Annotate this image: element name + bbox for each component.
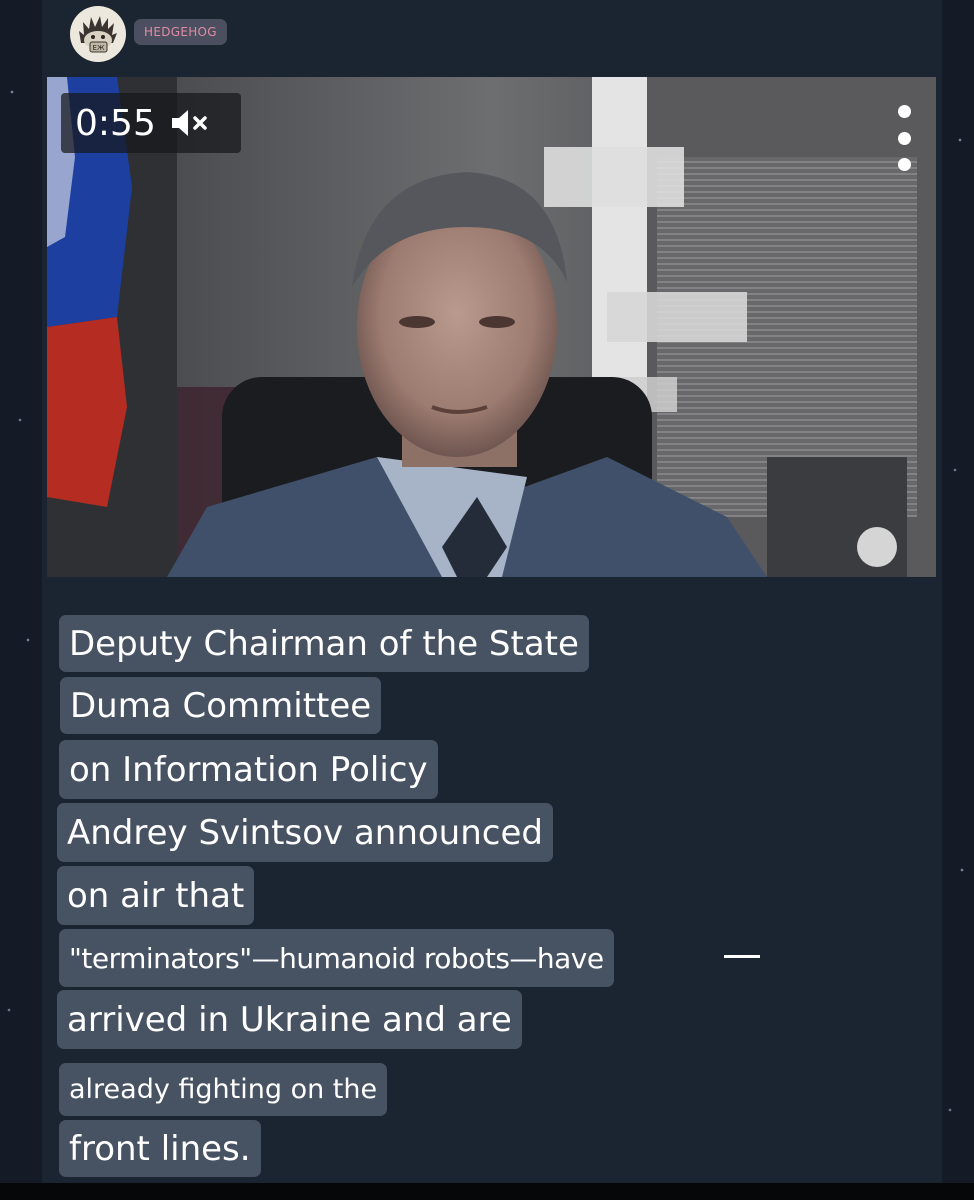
caption-line: front lines.: [59, 1120, 261, 1177]
channel-name-tag[interactable]: HEDGEHOG: [134, 19, 227, 45]
caption-line: on Information Policy: [59, 740, 438, 799]
caption-line: "terminators"—humanoid robots—have: [59, 929, 614, 987]
more-vertical-icon[interactable]: [894, 105, 914, 171]
speaker-muted-icon[interactable]: [170, 108, 214, 138]
video-time: 0:55: [75, 102, 156, 144]
caption-line: Deputy Chairman of the State: [59, 615, 589, 672]
channel-avatar[interactable]: ЕЖ: [70, 6, 126, 62]
video-player[interactable]: 0:55: [47, 77, 936, 577]
caption-line: on air that: [57, 866, 255, 925]
bottom-edge: [0, 1183, 974, 1200]
avatar-label: ЕЖ: [93, 44, 105, 52]
caption-line: arrived in Ukraine and are: [57, 990, 522, 1049]
caption-dash: [724, 955, 760, 958]
caption-line: Duma Committee: [60, 677, 382, 734]
caption-line: already fighting on the: [59, 1063, 388, 1116]
caption-line: Andrey Svintsov announced: [57, 803, 553, 862]
video-timecode-overlay: 0:55: [61, 93, 241, 153]
hedgehog-logo-icon: ЕЖ: [79, 16, 117, 53]
